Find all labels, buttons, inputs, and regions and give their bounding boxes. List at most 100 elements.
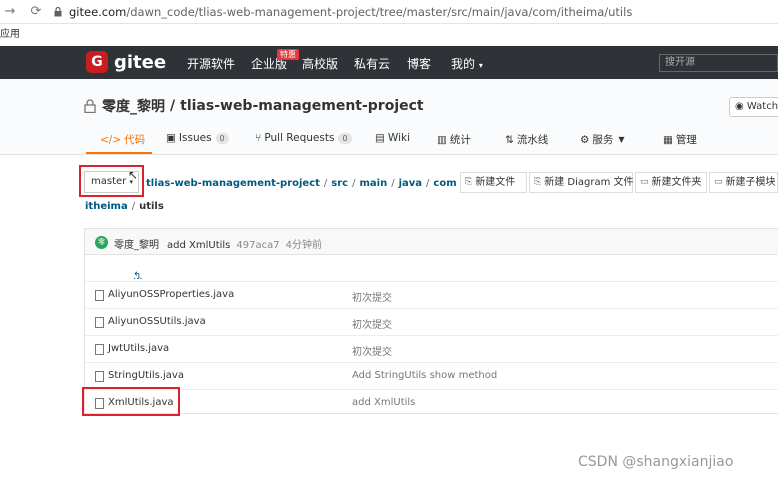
file-icon bbox=[95, 317, 104, 328]
file-commit-message[interactable]: 初次提交 bbox=[352, 343, 392, 358]
tab-pull-requests[interactable]: ⑂ Pull Requests 0 bbox=[255, 132, 352, 144]
new-diagram-button[interactable]: ⎘ 新建 Diagram 文件 bbox=[529, 172, 634, 193]
search-input[interactable]: 搜开源 bbox=[659, 54, 778, 72]
file-list: 零 零度_黎明 add XmlUtils 497aca7 4分钟前 ↰... Aliy… bbox=[84, 228, 778, 414]
project-name[interactable]: tlias-web-management-project bbox=[180, 98, 424, 114]
crumb-main[interactable]: main bbox=[359, 178, 387, 189]
tab-manage[interactable]: ▦ 管理 bbox=[663, 132, 697, 147]
highlight-file-box bbox=[82, 387, 180, 416]
nav-private-cloud[interactable]: 私有云 bbox=[354, 55, 390, 72]
private-lock-icon bbox=[84, 99, 96, 113]
apps-label: 应用 bbox=[0, 29, 20, 40]
pull-request-icon: ⑂ bbox=[255, 132, 262, 144]
mouse-cursor-icon: ↖ bbox=[128, 168, 139, 182]
new-file-label: 新建文件 bbox=[475, 177, 516, 188]
tab-pipeline-label: 流水线 bbox=[516, 134, 549, 146]
nav-mine-label: 我的 bbox=[451, 57, 476, 71]
reload-icon[interactable]: ⟳ bbox=[28, 4, 44, 20]
wiki-icon: ▤ bbox=[375, 132, 385, 144]
folder-icon: ▭ bbox=[640, 177, 649, 187]
new-file-button[interactable]: ⎘ 新建文件 bbox=[460, 172, 527, 193]
commit-author[interactable]: 零度_黎明 bbox=[114, 240, 159, 251]
url-path: /dawn_code/tlias-web-management-project/… bbox=[126, 4, 633, 19]
file-icon bbox=[95, 344, 104, 355]
bookmark-apps[interactable]: 应用 bbox=[0, 24, 778, 45]
project-title-sep: / bbox=[170, 98, 176, 114]
project-header: 零度_黎明 / tlias-web-management-project ◉ W… bbox=[0, 79, 778, 155]
new-submodule-label: 新建子模块 bbox=[725, 177, 776, 188]
latest-commit: 零 零度_黎明 add XmlUtils 497aca7 4分钟前 bbox=[85, 229, 778, 255]
url-field[interactable]: gitee.com/dawn_code/tlias-web-management… bbox=[54, 5, 632, 19]
file-name[interactable]: JwtUtils.java bbox=[108, 343, 169, 354]
active-tab-indicator bbox=[86, 152, 152, 154]
list-item[interactable]: XmlUtils.java add XmlUtils bbox=[85, 390, 778, 417]
pr-count: 0 bbox=[338, 132, 352, 144]
crumb-java[interactable]: java bbox=[399, 178, 422, 189]
crumb-project[interactable]: tlias-web-management-project bbox=[146, 178, 320, 189]
file-commit-message[interactable]: 初次提交 bbox=[352, 316, 392, 331]
breadcrumb-continued: itheima / utils bbox=[85, 201, 164, 212]
caret-down-icon: ▾ bbox=[478, 61, 483, 70]
file-name[interactable]: AliyunOSSUtils.java bbox=[108, 316, 206, 327]
nav-open-source[interactable]: 开源软件 bbox=[187, 55, 235, 72]
tab-stats-label: 统计 bbox=[449, 134, 471, 146]
lock-icon bbox=[54, 6, 62, 16]
manage-icon: ▦ bbox=[663, 133, 673, 146]
special-offer-badge: 特惠 bbox=[277, 49, 299, 60]
list-item[interactable]: JwtUtils.java 初次提交 bbox=[85, 336, 778, 363]
nav-blog[interactable]: 博客 bbox=[407, 55, 431, 72]
list-item[interactable]: StringUtils.java Add StringUtils show me… bbox=[85, 363, 778, 390]
project-owner[interactable]: 零度_黎明 bbox=[102, 96, 165, 116]
submodule-icon: ▭ bbox=[714, 177, 723, 187]
new-folder-label: 新建文件夹 bbox=[651, 177, 702, 188]
file-name[interactable]: StringUtils.java bbox=[108, 370, 184, 381]
tab-manage-label: 管理 bbox=[675, 134, 697, 146]
tab-pipeline[interactable]: ⇅ 流水线 bbox=[505, 132, 548, 147]
new-diagram-icon: ⎘ bbox=[534, 177, 542, 187]
file-icon bbox=[95, 371, 104, 382]
tab-wiki[interactable]: ▤ Wiki bbox=[375, 132, 410, 144]
crumb-utils: utils bbox=[139, 201, 164, 212]
project-title: 零度_黎明 / tlias-web-management-project bbox=[84, 96, 424, 116]
file-commit-message[interactable]: Add StringUtils show method bbox=[352, 370, 497, 381]
issues-count: 0 bbox=[215, 132, 229, 144]
issues-icon: ▣ bbox=[166, 132, 176, 144]
new-diagram-label: 新建 Diagram 文件 bbox=[544, 177, 634, 188]
parent-dir-label: ... bbox=[133, 271, 143, 282]
tab-stats[interactable]: ▥ 统计 bbox=[437, 132, 471, 147]
watermark: CSDN @shangxianjiao bbox=[578, 454, 734, 470]
gitee-header: G gitee 开源软件 企业版 特惠 高校版 私有云 博客 我的 ▾ 搜开源 bbox=[0, 46, 778, 79]
nav-education[interactable]: 高校版 bbox=[302, 55, 338, 72]
list-item[interactable]: AliyunOSSProperties.java 初次提交 bbox=[85, 282, 778, 309]
tab-issues[interactable]: ▣ Issues 0 bbox=[166, 132, 229, 144]
code-icon: </> bbox=[100, 133, 122, 146]
commit-sha[interactable]: 497aca7 bbox=[236, 240, 279, 251]
avatar[interactable]: 零 bbox=[95, 236, 108, 249]
file-name[interactable]: AliyunOSSProperties.java bbox=[108, 289, 234, 300]
parent-dir-row[interactable]: ↰... bbox=[85, 255, 778, 282]
crumb-sep: / bbox=[426, 178, 430, 189]
tab-services[interactable]: ⚙ 服务 ▼ bbox=[580, 132, 625, 147]
crumb-sep: / bbox=[131, 201, 136, 212]
file-commit-message[interactable]: 初次提交 bbox=[352, 289, 392, 304]
crumb-itheima[interactable]: itheima bbox=[85, 201, 128, 212]
watch-button[interactable]: ◉ Watchi bbox=[729, 97, 778, 117]
gitee-logo[interactable]: G gitee bbox=[86, 51, 166, 73]
tab-wiki-label: Wiki bbox=[387, 132, 410, 144]
forward-icon[interactable]: → bbox=[2, 4, 18, 20]
services-icon: ⚙ bbox=[580, 133, 590, 146]
new-submodule-button[interactable]: ▭ 新建子模块 bbox=[709, 172, 778, 193]
tab-code[interactable]: </> 代码 bbox=[100, 132, 145, 147]
stats-icon: ▥ bbox=[437, 133, 447, 146]
tab-issues-label: Issues bbox=[178, 132, 212, 144]
crumb-com[interactable]: com bbox=[433, 178, 456, 189]
new-folder-button[interactable]: ▭ 新建文件夹 bbox=[635, 172, 707, 193]
commit-message[interactable]: add XmlUtils bbox=[167, 240, 230, 251]
url-domain: gitee.com bbox=[69, 4, 127, 19]
tab-code-label: 代码 bbox=[124, 134, 146, 146]
file-commit-message[interactable]: add XmlUtils bbox=[352, 397, 415, 408]
nav-mine[interactable]: 我的 ▾ bbox=[451, 55, 483, 72]
tab-pr-label: Pull Requests bbox=[264, 132, 335, 144]
list-item[interactable]: AliyunOSSUtils.java 初次提交 bbox=[85, 309, 778, 336]
crumb-src[interactable]: src bbox=[331, 178, 348, 189]
